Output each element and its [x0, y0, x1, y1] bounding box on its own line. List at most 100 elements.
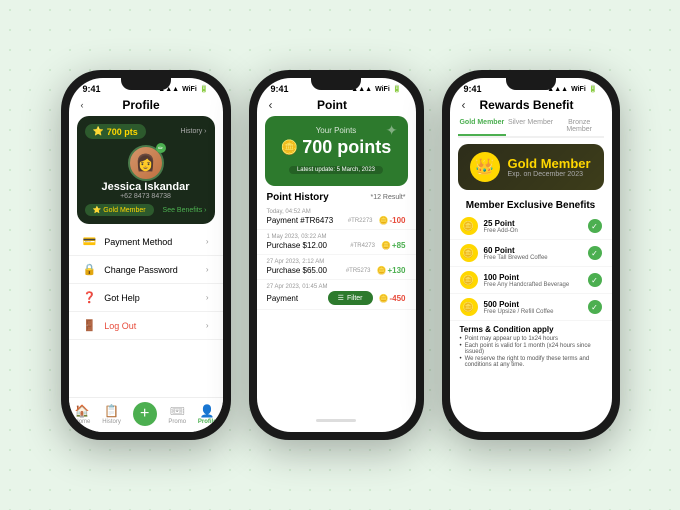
nav-promo[interactable]: 🎟 Promo: [168, 404, 186, 425]
nav-history[interactable]: 📋 History: [102, 404, 121, 425]
phone-profile: 9:41 ▲▲▲ WiFi 🔋 ‹ Profile ⭐ 7: [61, 70, 231, 440]
check-icon: ✓: [588, 273, 602, 287]
item-label: Purchase $12.00: [267, 241, 328, 250]
scroll-indicator: [316, 419, 356, 422]
logout-icon: 🚪: [83, 319, 97, 332]
point-value: 🪙+85: [381, 241, 406, 250]
avatar-wrapper: 👩 ✏: [85, 145, 207, 181]
item-date: 27 Apr 2023, 01:45 AM: [267, 284, 406, 290]
list-item: 1 May 2023, 03:22 AM Purchase $12.00 #TR…: [257, 230, 416, 255]
gold-expiry: Exp. on December 2023: [508, 171, 591, 178]
gold-member-card: 👑 Gold Member Exp. on December 2023: [458, 144, 604, 190]
chevron-right-icon: ›: [206, 237, 209, 246]
benefit-item-100: 🪙 100 Point Free Any Handcrafted Beverag…: [450, 267, 612, 294]
member-tabs: Gold Member Silver Member Bronze Member: [458, 116, 604, 138]
tx-id: #TR5273: [346, 268, 371, 274]
check-icon: ✓: [588, 246, 602, 260]
menu-logout-label: Log Out: [104, 321, 136, 331]
terms-item: • We reserve the right to modify these t…: [460, 356, 602, 368]
check-icon: ✓: [588, 219, 602, 233]
status-time: 9:41: [464, 84, 482, 94]
nav-profile[interactable]: 👤 Profile: [198, 404, 217, 425]
status-time: 9:41: [271, 84, 289, 94]
profile-phone: +62 8473 84738: [85, 193, 207, 200]
page-title: Rewards Benefit: [466, 98, 588, 112]
rewards-header: ‹ Rewards Benefit: [450, 96, 612, 116]
point-value: 🪙-450: [379, 294, 406, 303]
benefit-points: 60 Point: [484, 246, 548, 255]
benefit-description: Free Any Handcrafted Beverage: [484, 282, 570, 288]
status-time: 9:41: [83, 84, 101, 94]
promo-icon: 🎟: [170, 404, 185, 418]
status-icons: ▲▲▲WiFi🔋: [547, 85, 597, 93]
gold-member-badge: ⭐ Gold Member: [85, 204, 154, 216]
help-icon: ❓: [83, 291, 97, 304]
your-points-label: Your Points: [275, 126, 398, 135]
history-list: Today, 04:52 AM Payment #TR6473 #TR2273 …: [257, 205, 416, 310]
nav-home[interactable]: 🏠 Home: [74, 404, 90, 425]
bottom-nav: 🏠 Home 📋 History + 🎟 Promo 👤 Profile: [69, 397, 223, 432]
profile-card: ⭐ 700 pts History › 👩 ✏ Jessica Iskandar…: [77, 116, 215, 224]
see-benefits-link[interactable]: See Benefits ›: [163, 207, 207, 214]
points-banner: ✦ Your Points 🪙 700 points Latest update…: [265, 116, 408, 186]
page-title: Profile: [84, 98, 199, 112]
phone-rewards: 9:41 ▲▲▲WiFi🔋 ‹ Rewards Benefit Gold Mem…: [442, 70, 620, 440]
list-item: 27 Apr 2023, 2:12 AM Purchase $65.00 #TR…: [257, 255, 416, 280]
points-number: 700 points: [302, 137, 391, 158]
tx-id: #TR2273: [348, 218, 373, 224]
screen-point: 9:41 ▲▲▲WiFi🔋 ‹ Point ✦ Your Points 🪙 70…: [257, 78, 416, 432]
benefit-points: 100 Point: [484, 273, 570, 282]
tab-bronze-member[interactable]: Bronze Member: [555, 116, 604, 136]
menu-help[interactable]: ❓ Got Help ›: [69, 284, 223, 312]
coin-icon: 🪙: [460, 271, 478, 289]
notch: [506, 78, 556, 90]
point-header: ‹ Point: [257, 96, 416, 116]
item-label: Payment: [267, 294, 299, 303]
benefit-description: Free Add-On: [484, 228, 518, 234]
terms-title: Terms & Condition apply: [460, 325, 602, 334]
add-button[interactable]: +: [133, 402, 157, 426]
list-item: Today, 04:52 AM Payment #TR6473 #TR2273 …: [257, 205, 416, 230]
chevron-right-icon: ›: [206, 265, 209, 274]
list-item: 27 Apr 2023, 01:45 AM Payment ☰ Filter 🪙…: [257, 280, 416, 310]
profile-header: ‹ Profile: [69, 96, 223, 116]
item-date: 1 May 2023, 03:22 AM: [267, 234, 406, 240]
coin-icon: 🪙: [460, 298, 478, 316]
benefit-points: 500 Point: [484, 300, 554, 309]
point-value: 🪙-100: [379, 216, 406, 225]
avatar-edit[interactable]: 👩 ✏: [128, 145, 164, 181]
item-label: Purchase $65.00: [267, 266, 328, 275]
coin-icon: 🪙: [281, 139, 298, 156]
benefit-description: Free Upsize / Refill Coffee: [484, 309, 554, 315]
check-icon: ✓: [588, 300, 602, 314]
coin-icon: 🪙: [460, 217, 478, 235]
terms-item: • Each point is valid for 1 month (x24 h…: [460, 343, 602, 355]
tx-id: #TR4273: [350, 243, 375, 249]
home-icon: 🏠: [75, 404, 90, 418]
history-section-header: Point History *12 Result*: [257, 186, 416, 205]
nav-add[interactable]: +: [133, 402, 157, 426]
notch: [311, 78, 361, 90]
menu-payment[interactable]: 💳 Payment Method ›: [69, 228, 223, 256]
screen-profile: 9:41 ▲▲▲ WiFi 🔋 ‹ Profile ⭐ 7: [69, 78, 223, 432]
chevron-right-icon: ›: [206, 321, 209, 330]
filter-button[interactable]: ☰ Filter: [328, 291, 373, 305]
history-icon: 📋: [104, 404, 119, 418]
coin-icon: 🪙: [460, 244, 478, 262]
menu-logout[interactable]: 🚪 Log Out ›: [69, 312, 223, 340]
tab-silver-member[interactable]: Silver Member: [506, 116, 555, 136]
tab-gold-member[interactable]: Gold Member: [458, 116, 507, 136]
history-link[interactable]: History ›: [180, 128, 206, 135]
menu-payment-label: Payment Method: [104, 237, 172, 247]
pts-row: ⭐ 700 pts History ›: [85, 124, 207, 139]
lock-icon: 🔒: [83, 263, 97, 276]
chevron-right-icon: ›: [206, 293, 209, 302]
screen-rewards: 9:41 ▲▲▲WiFi🔋 ‹ Rewards Benefit Gold Mem…: [450, 78, 612, 432]
terms-item: • Point may appear up to 1x24 hours: [460, 336, 602, 342]
phone-point: 9:41 ▲▲▲WiFi🔋 ‹ Point ✦ Your Points 🪙 70…: [249, 70, 424, 440]
menu-password[interactable]: 🔒 Change Password ›: [69, 256, 223, 284]
profile-icon: 👤: [200, 404, 215, 418]
benefit-item-500: 🪙 500 Point Free Upsize / Refill Coffee …: [450, 294, 612, 321]
pts-badge: ⭐ 700 pts: [85, 124, 146, 139]
benefit-description: Free Tall Brewed Coffee: [484, 255, 548, 261]
